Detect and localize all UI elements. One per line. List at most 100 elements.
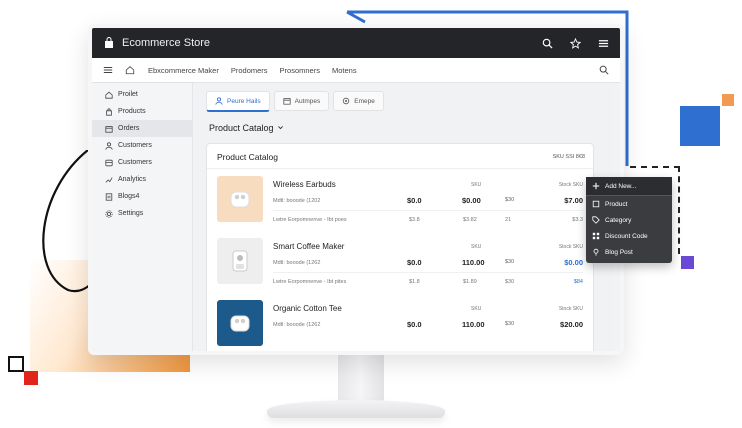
product-row[interactable]: Organic Cotton Tee Mdtl: booode (1262 SK… [217,296,583,351]
decorative-purple-square [681,256,694,269]
search-icon[interactable] [598,64,610,76]
product-price: $20.00 [560,320,583,329]
star-icon[interactable] [568,36,582,50]
add-new-button[interactable]: Add New... [586,177,672,196]
product-name[interactable]: Smart Coffee Maker [273,242,344,251]
catalog-dropdown[interactable]: Product Catalog [209,123,284,133]
product-name[interactable]: Organic Cotton Tee [273,304,342,313]
tab-label: Autmpes [294,97,321,105]
sidebar-item-products[interactable]: Products [92,103,192,120]
catalog-heading-label: Product Catalog [209,123,274,133]
product-thumbnail [217,176,263,222]
product-sub-3: $30 [505,279,515,285]
product-model: Mdtl: booode (1262 [273,260,321,266]
product-value-3: $30 [505,259,515,265]
menu-item-category[interactable]: Category [586,212,672,228]
box-icon [104,124,113,133]
product-price: $7.00 [564,196,583,205]
product-value-1: $0.0 [407,320,422,329]
tab-label: Peure Hails [227,97,261,105]
add-new-dropdown: Add New... Product Category Discount Cod… [586,177,672,263]
product-thumbnail [217,238,263,284]
product-sub-2: $1.89 [463,279,477,285]
product-sub-2: $3.82 [463,217,477,223]
product-model: Mdtl: booode (1202 [273,198,321,204]
menu-icon[interactable] [596,36,610,50]
product-sub-1: $3.8 [409,217,420,223]
app-topbar: Ecommerce Store [92,28,620,58]
product-sub-4: $3.3 [572,217,583,223]
product-description: Lwtre Eorpomnenve - Ibt pites [273,279,347,285]
hamburger-icon[interactable] [102,64,114,76]
nav-link-3[interactable]: Prosomners [280,66,320,75]
tag-icon [592,216,600,224]
chevron-down-icon [277,123,284,133]
circle-icon [342,97,350,105]
app-title: Ecommerce Store [122,37,211,49]
product-catalog-card: Product Catalog SKU SSI 8€8 Wireless Ear… [206,143,594,351]
divider [273,272,583,273]
sidebar-item-profile[interactable]: Proilet [92,86,192,103]
product-sub-3: 21 [505,217,512,223]
search-icon[interactable] [540,36,554,50]
sidebar-item-label: Analytics [118,176,147,183]
nav-link-2[interactable]: Prodomers [231,66,268,75]
bag-icon [104,107,113,116]
decorative-orange-square [722,94,734,106]
calendar-icon [283,97,291,105]
product-value-1: $0.0 [407,258,422,267]
chart-icon [104,175,113,184]
blog-icon [104,192,113,201]
pin-icon [592,248,600,256]
product-model: Mdtl: booode (1262 [273,322,321,328]
sidebar-item-orders[interactable]: Orders [92,120,192,137]
decorative-blue-square [680,106,720,146]
monitor-stand-neck [338,347,384,403]
decorative-red-square [24,371,38,385]
coffee-maker-icon [232,250,248,272]
monitor-stand-base [267,400,445,418]
product-sub-1: $1.8 [409,279,420,285]
card-sku: SKU SSI 8€8 [552,154,585,160]
tab-2[interactable]: Autmpes [273,91,330,111]
menu-item-label: Discount Code [605,232,648,240]
sidebar-item-customers[interactable]: Customers [92,137,192,154]
product-icon [592,200,600,208]
menu-item-discount-code[interactable]: Discount Code [586,228,672,244]
users-icon [104,141,113,150]
stock-label: Stock SKU [558,244,583,250]
sidebar-item-settings[interactable]: Settings [92,205,192,222]
product-name[interactable]: Wireless Earbuds [273,180,336,189]
nav-link-4[interactable]: Motens [332,66,357,75]
tab-3[interactable]: Emepe [333,91,384,111]
product-thumbnail [217,300,263,346]
tab-1[interactable]: Peure Hails [206,91,270,112]
secondary-navbar: Ebxcommerce Maker Prodomers Prosomners M… [92,58,620,83]
product-value-3: $30 [505,197,515,203]
menu-item-label: Category [605,216,632,224]
sidebar-item-label: Proilet [118,91,138,98]
grid-icon [592,232,600,240]
sidebar-item-analytics[interactable]: Analytics [92,171,192,188]
sku-label: SKU [471,182,482,188]
menu-item-blog-post[interactable]: Blog Post [586,244,672,260]
main-content: Peure Hails Autmpes Emepe Product Catalo… [194,83,614,351]
card-title: Product Catalog [217,152,278,162]
product-value-2: $0.00 [462,196,481,205]
divider [207,168,593,169]
earbuds-case-icon [230,191,250,208]
plus-icon [592,182,600,190]
product-value-3: $30 [505,321,515,327]
product-row[interactable]: Smart Coffee Maker Mdtl: booode (1262 Lw… [217,234,583,292]
store-bag-icon [102,36,116,50]
product-row[interactable]: Wireless Earbuds Mdtl: booode (1202 Lwtr… [217,172,583,230]
product-sub-4: $84 [573,279,583,285]
home-icon[interactable] [124,64,136,76]
add-new-label: Add New... [605,182,637,190]
sidebar-item-customers-2[interactable]: Customers [92,154,192,171]
sidebar-item-blogs[interactable]: Blogs4 [92,188,192,205]
nav-link-1[interactable]: Ebxcommerce Maker [148,66,219,75]
menu-item-label: Product [605,200,628,208]
menu-item-product[interactable]: Product [586,196,672,212]
sidebar-item-label: Products [118,108,146,115]
